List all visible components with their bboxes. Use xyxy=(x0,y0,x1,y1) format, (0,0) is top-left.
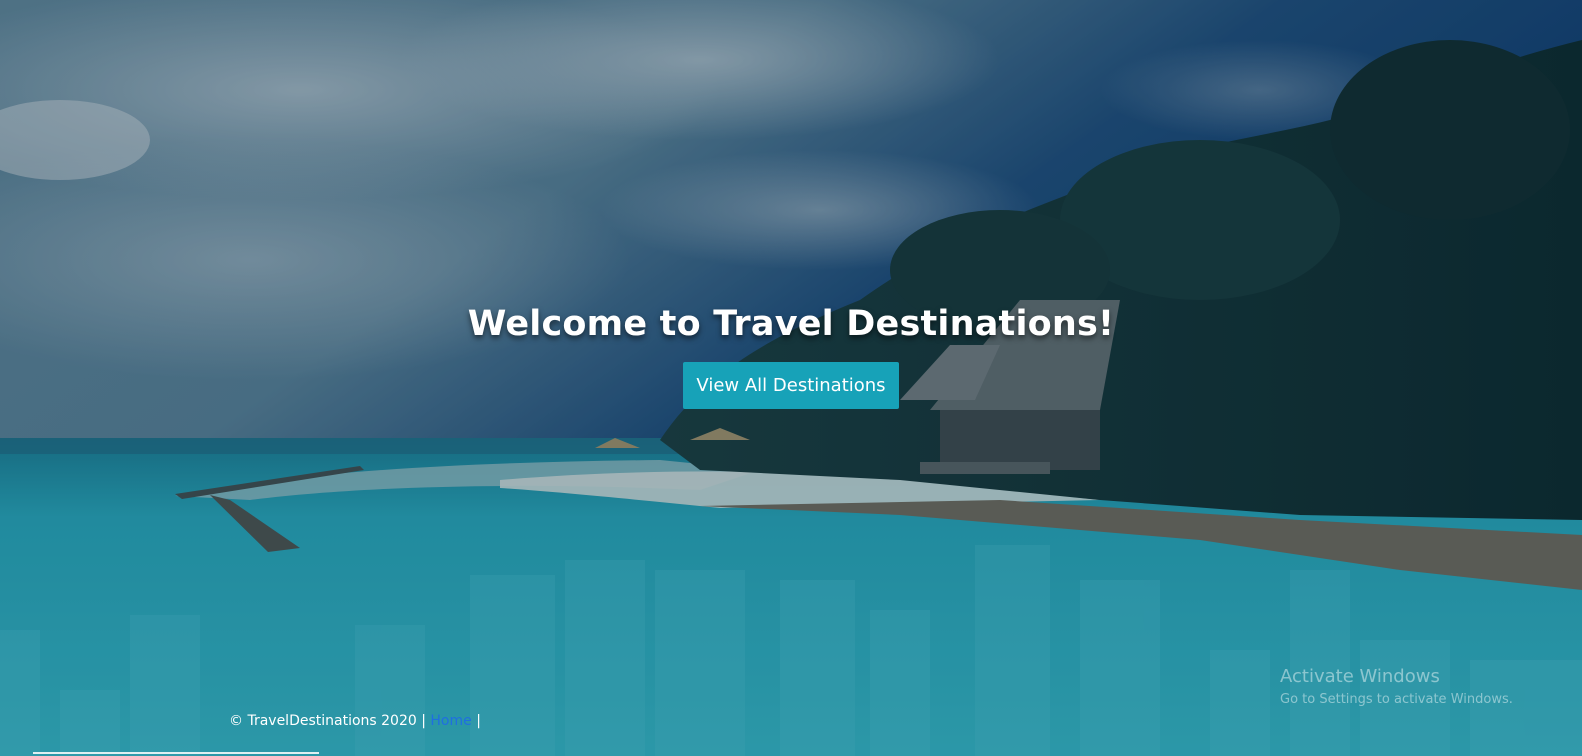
watermark-title: Activate Windows xyxy=(1280,666,1440,687)
view-all-destinations-button[interactable]: View All Destinations xyxy=(683,362,899,409)
activate-windows-watermark: Activate Windows Go to Settings to activ… xyxy=(1280,664,1570,710)
hero-section: Welcome to Travel Destinations! View All… xyxy=(0,0,1582,756)
footer: © TravelDestinations 2020 | Home | xyxy=(229,710,481,732)
footer-copyright: © TravelDestinations 2020 | xyxy=(229,713,426,729)
hero-content: Welcome to Travel Destinations! View All… xyxy=(0,296,1582,409)
watermark-subtitle: Go to Settings to activate Windows. xyxy=(1280,692,1513,707)
footer-divider xyxy=(33,752,319,754)
footer-home-link[interactable]: Home xyxy=(430,713,471,729)
footer-separator: | xyxy=(476,713,481,729)
hero-title: Welcome to Travel Destinations! xyxy=(467,304,1115,344)
